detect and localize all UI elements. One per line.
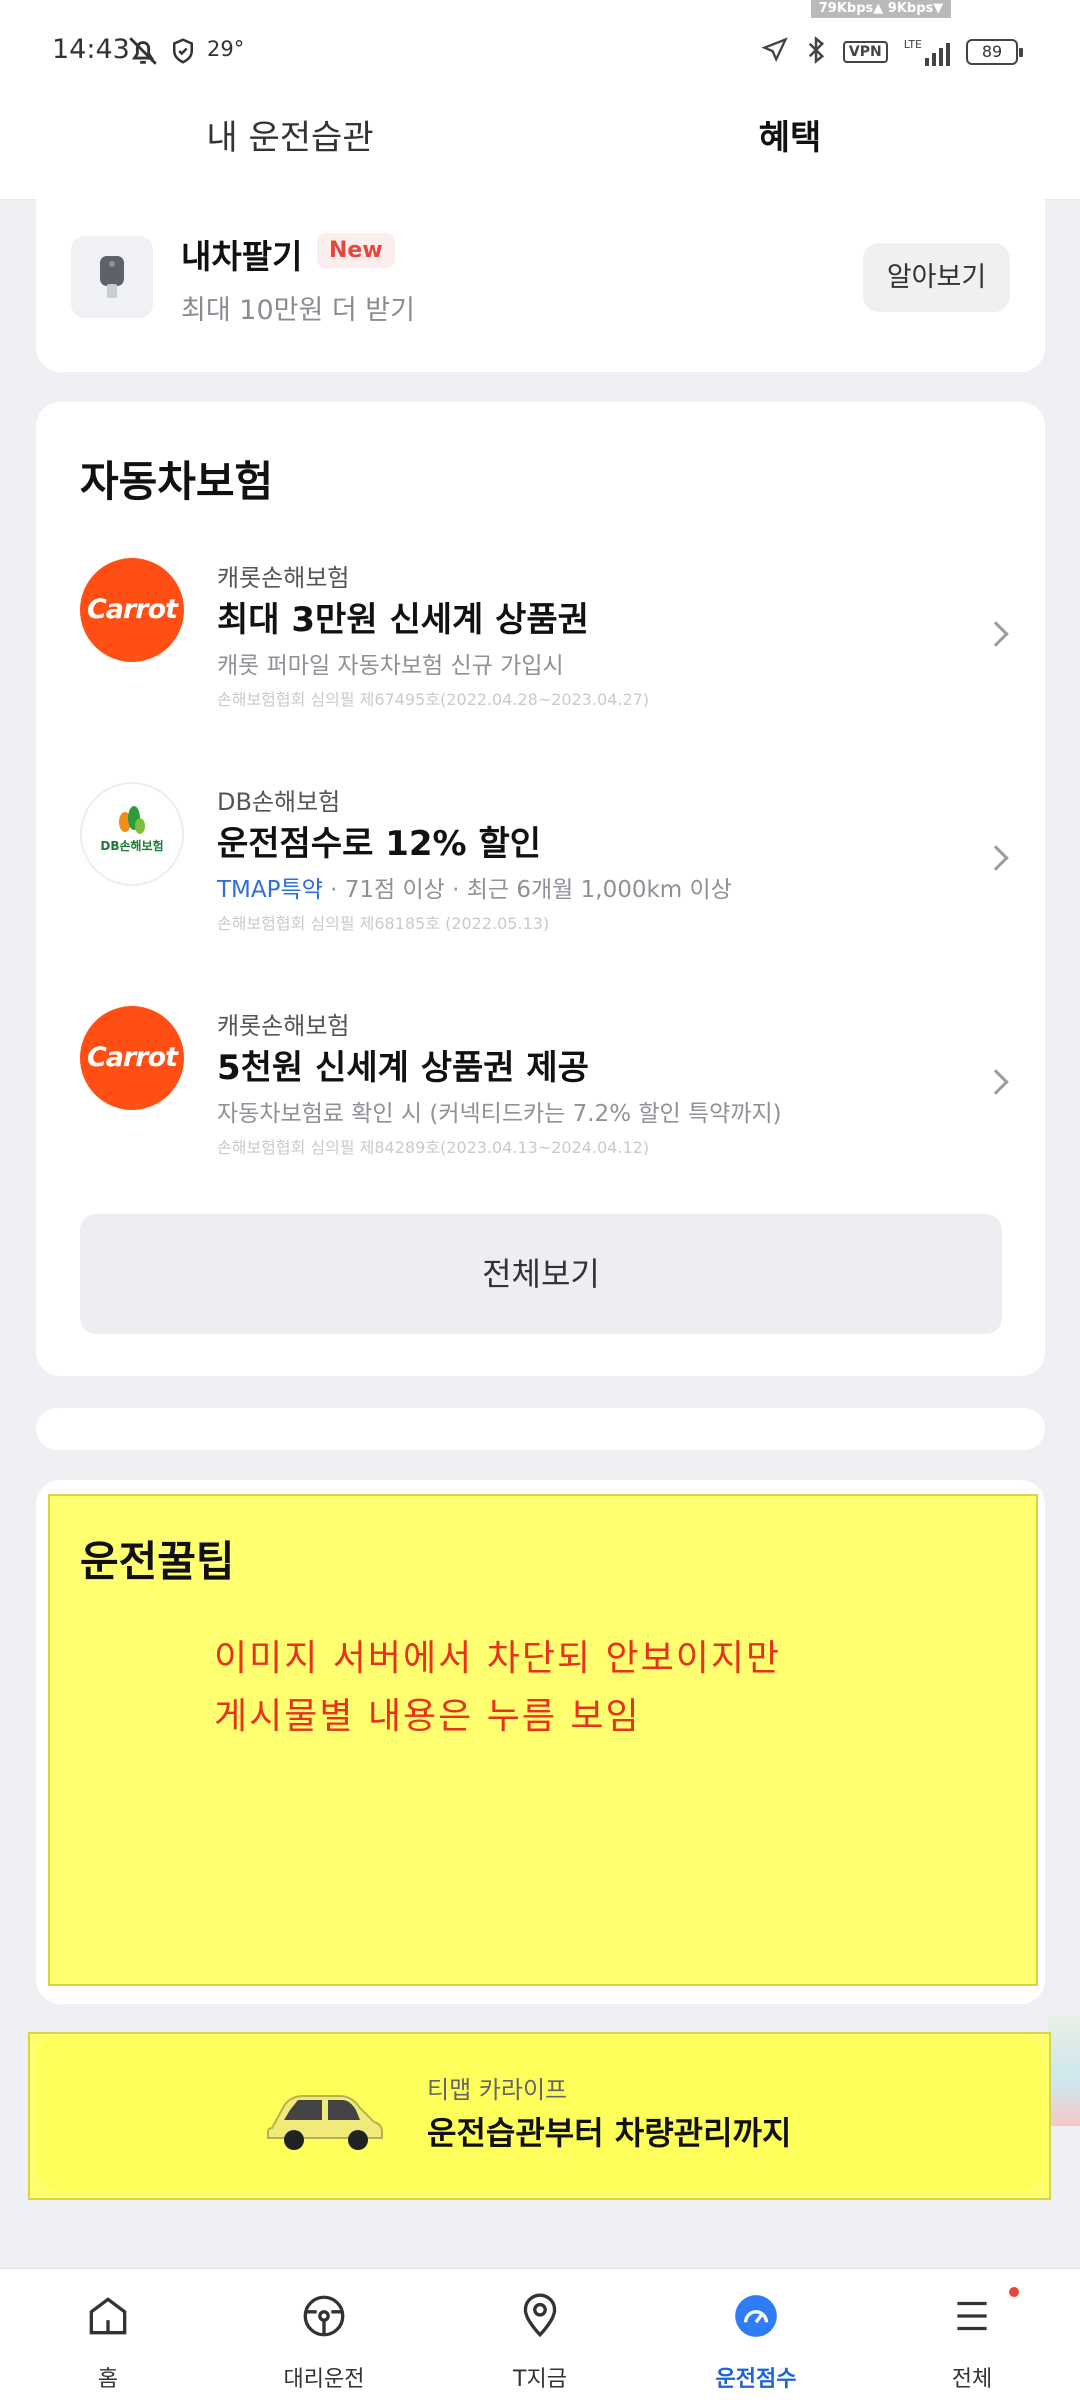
status-time: 14:43 bbox=[52, 34, 130, 65]
home-icon bbox=[89, 2297, 127, 2335]
insurance-headline: 최대 3만원 신세계 상품권 bbox=[217, 600, 589, 640]
learn-more-button[interactable]: 알아보기 bbox=[863, 243, 1010, 312]
insurance-item-carrot-1[interactable]: Carrot 캐롯손해보험 최대 3만원 신세계 상품권 캐롯 퍼마일 자동차보… bbox=[36, 540, 1045, 740]
insurance-description: 캐롯 퍼마일 자동차보험 신규 가입시 bbox=[217, 653, 564, 679]
bottom-nav: 홈 대리운전 T지금 운전점수 전체 bbox=[0, 2268, 1080, 2400]
shield-icon bbox=[168, 36, 198, 70]
car-icon bbox=[262, 2078, 388, 2162]
car-key-icon bbox=[71, 236, 153, 318]
carrot-logo: Carrot bbox=[80, 1006, 184, 1110]
section-title-car-insurance: 자동차보험 bbox=[80, 457, 274, 506]
bluetooth-icon bbox=[805, 35, 827, 69]
insurance-item-db[interactable]: DB손해보험 DB손해보험 운전점수로 12% 할인 TMAP특약 · 71점 … bbox=[36, 764, 1045, 964]
sell-car-subtitle: 최대 10만원 더 받기 bbox=[181, 295, 415, 326]
sell-car-title: 내차팔기 bbox=[181, 237, 303, 276]
battery-indicator: 89 bbox=[966, 39, 1023, 65]
vpn-indicator: VPN bbox=[842, 41, 888, 63]
chevron-right-icon bbox=[983, 845, 1009, 871]
insurance-headline: 운전점수로 12% 할인 bbox=[217, 824, 542, 864]
driving-score-icon bbox=[735, 2295, 777, 2337]
mute-notification-icon bbox=[126, 34, 160, 72]
insurance-company: 캐롯손해보험 bbox=[217, 1012, 350, 1040]
section-title-driving-tips: 운전꿀팁 bbox=[80, 1537, 235, 1586]
nav-all-menu[interactable]: 전체 bbox=[864, 2269, 1080, 2400]
insurance-legal-notice: 손해보험협회 심의필 제67495호(2022.04.28~2023.04.27… bbox=[217, 690, 650, 709]
promo-subtitle: 티맵 카라이프 bbox=[427, 2076, 568, 2104]
location-arrow-icon bbox=[761, 36, 789, 68]
insurance-item-carrot-2[interactable]: Carrot 캐롯손해보험 5천원 신세계 상품권 제공 자동차보험료 확인 시… bbox=[36, 988, 1045, 1188]
side-strip bbox=[1048, 2016, 1080, 2126]
db-insurance-logo: DB손해보험 bbox=[80, 782, 184, 886]
insurance-description: TMAP특약 · 71점 이상 · 최근 6개월 1,000km 이상 bbox=[217, 877, 732, 903]
insurance-company: 캐롯손해보험 bbox=[217, 564, 350, 592]
chevron-right-icon bbox=[983, 1069, 1009, 1095]
promo-title: 운전습관부터 차량관리까지 bbox=[427, 2114, 792, 2152]
insurance-company: DB손해보험 bbox=[217, 788, 341, 816]
empty-card bbox=[36, 1408, 1045, 1450]
new-badge: New bbox=[317, 233, 395, 268]
nav-designated-driver[interactable]: 대리운전 bbox=[216, 2269, 432, 2400]
insurance-description: 자동차보험료 확인 시 (커넥티드카는 7.2% 할인 특약까지) bbox=[217, 1101, 782, 1127]
steering-wheel-icon bbox=[303, 2295, 345, 2337]
network-speed-indicator: 79Kbps▲ 9Kbps▼ bbox=[811, 0, 951, 18]
view-all-button[interactable]: 전체보기 bbox=[80, 1214, 1002, 1334]
status-temperature: 29° bbox=[207, 37, 245, 61]
nav-t-now[interactable]: T지금 bbox=[432, 2269, 648, 2400]
notification-dot bbox=[1009, 2287, 1019, 2297]
annotation-note: 이미지 서버에서 차단되 안보이지만 게시물별 내용은 누름 보임 bbox=[214, 1638, 782, 1737]
insurance-legal-notice: 손해보험협회 심의필 제68185호 (2022.05.13) bbox=[217, 914, 550, 933]
nav-home[interactable]: 홈 bbox=[0, 2269, 216, 2400]
svg-text:DB손해보험: DB손해보험 bbox=[100, 838, 163, 853]
insurance-legal-notice: 손해보험협회 심의필 제84289호(2023.04.13~2024.04.12… bbox=[217, 1138, 650, 1157]
nav-driving-score[interactable]: 운전점수 bbox=[648, 2269, 864, 2400]
location-pin-icon bbox=[523, 2293, 557, 2338]
status-icons: VPN LTE 89 bbox=[761, 32, 1023, 72]
signal-icon: LTE bbox=[904, 38, 950, 66]
insurance-headline: 5천원 신세계 상품권 제공 bbox=[217, 1048, 589, 1088]
tmap-special-term: TMAP특약 bbox=[217, 877, 323, 903]
chevron-right-icon bbox=[983, 621, 1009, 647]
menu-icon bbox=[957, 2301, 987, 2331]
carrot-logo: Carrot bbox=[80, 558, 184, 662]
